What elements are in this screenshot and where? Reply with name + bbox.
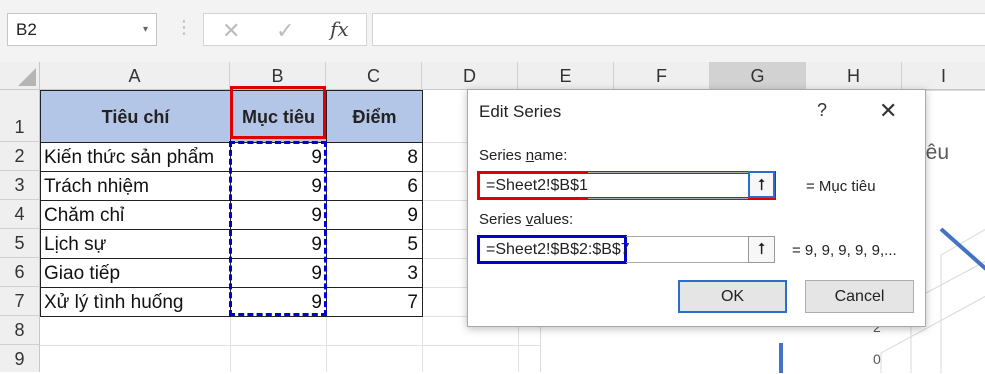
series-name-highlight <box>230 86 326 139</box>
column-header-g[interactable]: G <box>710 62 806 90</box>
formula-buttons: ✕ ✓ fx <box>203 13 367 46</box>
cell-c6[interactable]: 3 <box>326 258 423 288</box>
series-values-label: Series values: <box>479 211 574 228</box>
cell-c4[interactable]: 9 <box>326 200 423 230</box>
help-icon[interactable]: ? <box>817 100 827 121</box>
header-cell-tieu-chi[interactable]: Tiêu chí <box>40 90 231 143</box>
chevron-down-icon[interactable]: ▾ <box>143 14 148 45</box>
row-header-7[interactable]: 7 <box>0 287 40 316</box>
series-values-field-body <box>626 236 748 263</box>
series-name-label: Series name: <box>479 147 568 164</box>
series-values-preview: = 9, 9, 9, 9, 9,... <box>792 242 897 259</box>
row-header-2[interactable]: 2 <box>0 142 40 171</box>
cell-c2[interactable]: 8 <box>326 142 423 172</box>
row-header-9[interactable]: 9 <box>0 345 40 372</box>
cancel-button[interactable]: Cancel <box>805 280 914 313</box>
series-values-input[interactable]: =Sheet2!$B$2:$B$7 <box>477 235 630 264</box>
header-cell-diem[interactable]: Điểm <box>326 90 423 143</box>
column-header-h[interactable]: H <box>806 62 902 90</box>
cell-c5[interactable]: 5 <box>326 229 423 259</box>
cell-a7[interactable]: Xử lý tình huống <box>40 287 231 317</box>
series-values-highlight <box>229 141 327 316</box>
cell-a2[interactable]: Kiến thức sản phẩm <box>40 142 231 172</box>
row-header-5[interactable]: 5 <box>0 229 40 258</box>
column-header-d[interactable]: D <box>422 62 518 90</box>
insert-function-icon[interactable]: fx <box>330 17 349 41</box>
row-header-4[interactable]: 4 <box>0 200 40 229</box>
ok-button[interactable]: OK <box>678 280 787 313</box>
cell-a4[interactable]: Chăm chỉ <box>40 200 231 230</box>
column-header-i[interactable]: I <box>902 62 985 90</box>
cancel-formula-icon[interactable]: ✕ <box>222 18 240 44</box>
series-name-field-body <box>588 172 748 199</box>
column-header-f[interactable]: F <box>614 62 710 90</box>
name-box-value: B2 <box>16 20 37 39</box>
collapse-dialog-values-icon[interactable]: ⭡ <box>748 236 775 263</box>
collapse-dialog-icon[interactable]: ⭡ <box>748 171 775 198</box>
formula-bar-grip: ⋮ <box>175 17 193 37</box>
row-header-6[interactable]: 6 <box>0 258 40 287</box>
column-header-a[interactable]: A <box>40 62 230 90</box>
cell-c7[interactable]: 7 <box>326 287 423 317</box>
name-box[interactable]: B2 ▾ <box>7 13 157 46</box>
formula-input[interactable] <box>372 13 985 46</box>
select-all-corner[interactable] <box>0 62 40 90</box>
row-header-3[interactable]: 3 <box>0 171 40 200</box>
column-header-e[interactable]: E <box>518 62 614 90</box>
row-header-8[interactable]: 8 <box>0 316 40 345</box>
row-header-1[interactable]: 1 <box>0 90 40 142</box>
cell-a6[interactable]: Giao tiếp <box>40 258 231 288</box>
close-icon[interactable]: ✕ <box>879 98 897 124</box>
cell-a5[interactable]: Lịch sự <box>40 229 231 259</box>
edit-series-dialog: Edit Series ? ✕ Series name: =Sheet2!$B$… <box>467 89 926 327</box>
cell-a3[interactable]: Trách nhiệm <box>40 171 231 201</box>
cell-c3[interactable]: 6 <box>326 171 423 201</box>
select-all-triangle-icon <box>18 68 36 86</box>
column-header-c[interactable]: C <box>326 62 422 90</box>
enter-formula-icon[interactable]: ✓ <box>276 18 294 44</box>
axis-tick-0: 0 <box>873 351 881 367</box>
series-name-preview: = Mục tiêu <box>806 178 876 195</box>
dialog-title: Edit Series <box>479 102 562 121</box>
